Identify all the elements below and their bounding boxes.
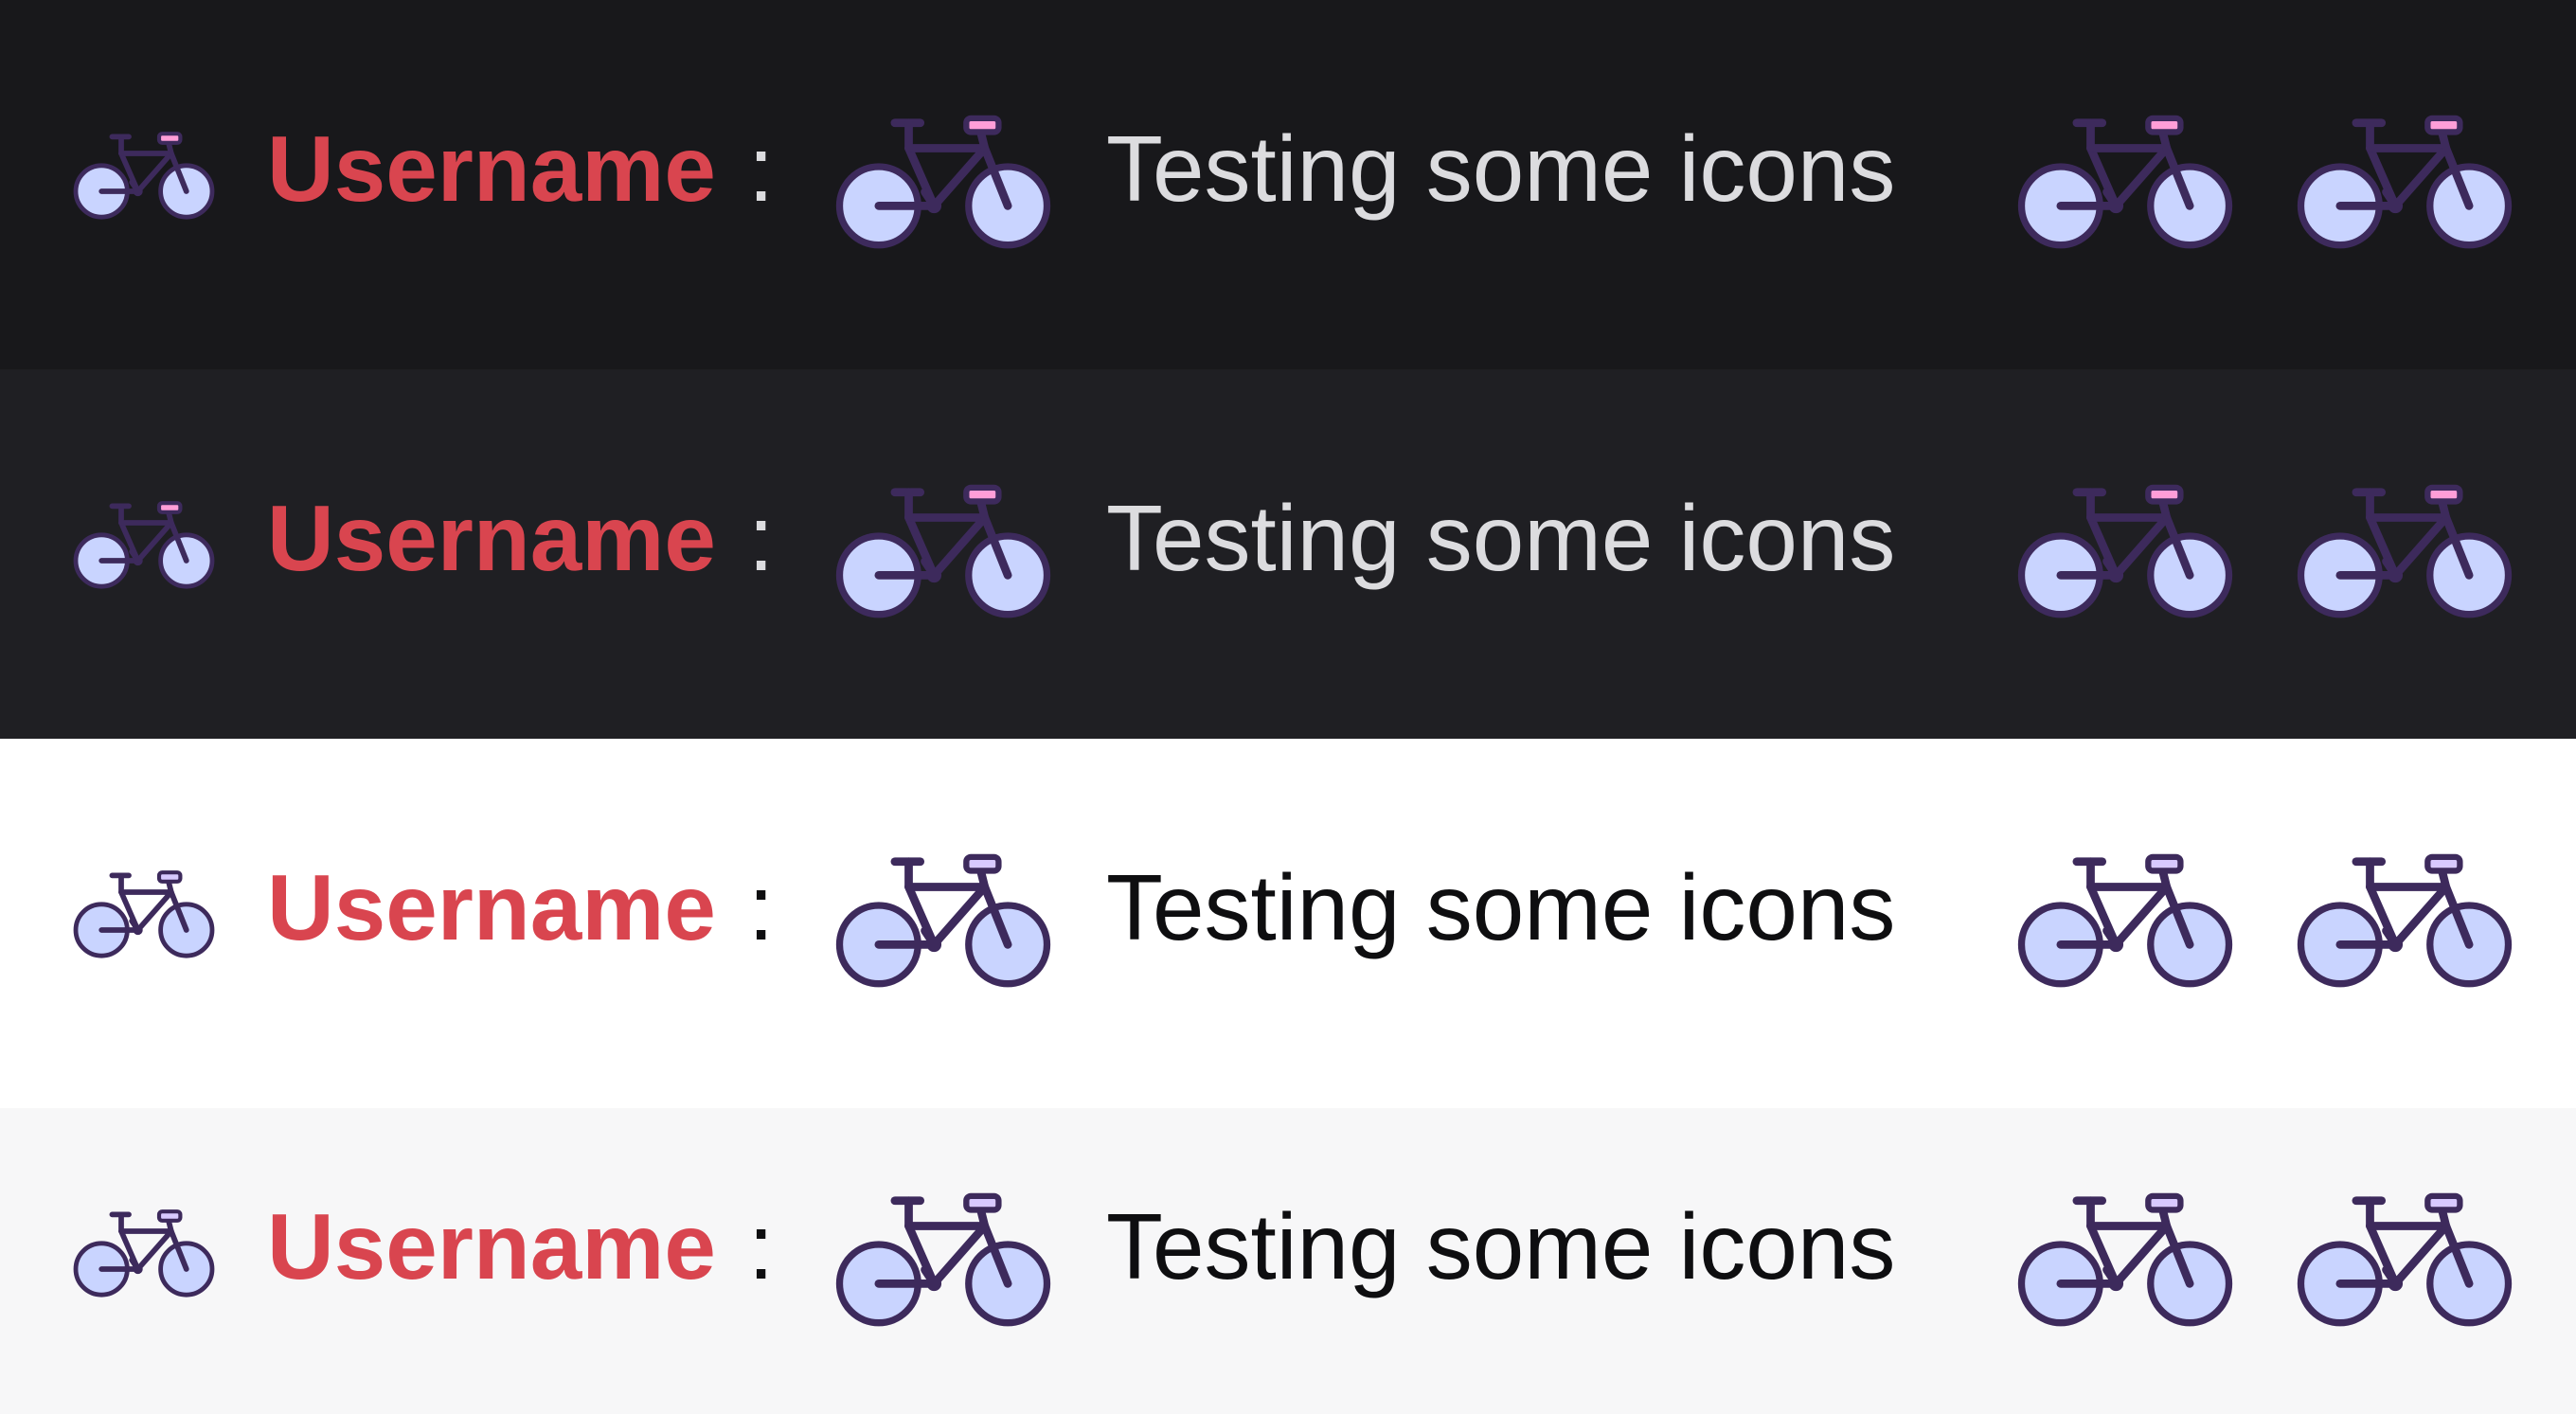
bicycle-badge-icon — [68, 131, 220, 222]
bicycle-emote-icon — [825, 1191, 1062, 1330]
bicycle-emote-icon — [2286, 114, 2523, 252]
bicycle-emote-icon — [825, 114, 1062, 252]
bicycle-badge-icon — [68, 500, 220, 591]
bicycle-badge-icon — [68, 869, 220, 960]
bicycle-emote-icon — [2007, 1191, 2244, 1330]
chat-line-dark-alt: Username : Testing some icons — [0, 369, 2576, 739]
chat-line-light: Username : Testing some icons — [0, 739, 2576, 1108]
chat-colon: : — [748, 1194, 775, 1298]
chat-message-text: Testing some icons — [1106, 855, 1896, 959]
bicycle-emote-icon — [2286, 852, 2523, 991]
chat-message-text: Testing some icons — [1106, 116, 1896, 221]
bicycle-badge-icon — [68, 1208, 220, 1299]
chat-username[interactable]: Username — [267, 481, 716, 595]
chat-preview-stack: Username : Testing some icons Username :… — [0, 0, 2576, 1414]
chat-colon: : — [748, 116, 775, 221]
bicycle-emote-icon — [825, 483, 1062, 621]
bicycle-emote-icon — [2007, 852, 2244, 991]
chat-message-text: Testing some icons — [1106, 486, 1896, 590]
chat-username[interactable]: Username — [267, 1190, 716, 1303]
chat-colon: : — [748, 855, 775, 959]
bicycle-emote-icon — [2286, 483, 2523, 621]
bicycle-emote-icon — [2286, 1191, 2523, 1330]
bicycle-emote-icon — [825, 852, 1062, 991]
chat-line-dark: Username : Testing some icons — [0, 0, 2576, 369]
bicycle-emote-icon — [2007, 114, 2244, 252]
chat-username[interactable]: Username — [267, 850, 716, 964]
chat-message-text: Testing some icons — [1106, 1194, 1896, 1298]
chat-username[interactable]: Username — [267, 112, 716, 225]
chat-line-light-alt: Username : Testing some icons — [0, 1108, 2576, 1414]
bicycle-emote-icon — [2007, 483, 2244, 621]
chat-colon: : — [748, 486, 775, 590]
